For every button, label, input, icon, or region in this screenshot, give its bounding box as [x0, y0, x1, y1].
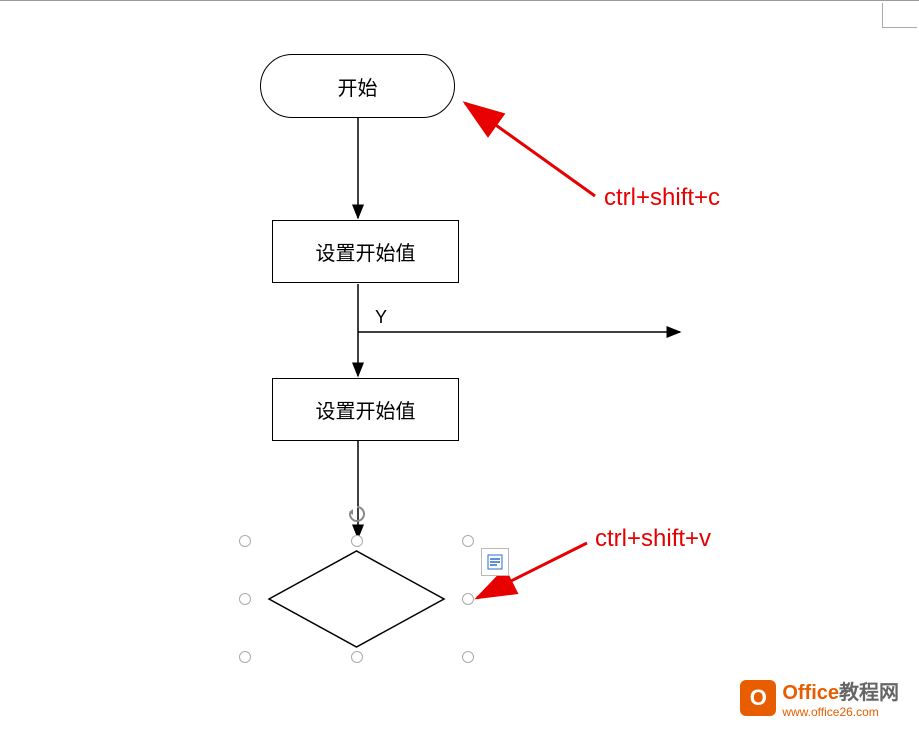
- resize-handle-bl[interactable]: [239, 651, 251, 663]
- flowchart-start-terminator: 开始: [260, 54, 455, 118]
- flowchart-process-2: 设置开始值: [272, 378, 459, 441]
- logo-title-orange: Office: [782, 682, 839, 704]
- flowchart-decision-selected[interactable]: [245, 541, 468, 657]
- resize-handle-tc[interactable]: [351, 535, 363, 547]
- rotate-handle-icon[interactable]: [347, 504, 367, 524]
- flowchart-process-1: 设置开始值: [272, 220, 459, 283]
- page-corner-decoration: [882, 3, 917, 28]
- resize-handle-br[interactable]: [462, 651, 474, 663]
- logo-title-gray: 教程网: [839, 682, 899, 704]
- resize-handle-ml[interactable]: [239, 593, 251, 605]
- resize-handle-tl[interactable]: [239, 535, 251, 547]
- process1-label: 设置开始值: [316, 237, 416, 266]
- watermark-logo: O Office教程网 www.office26.com: [740, 676, 899, 719]
- annotation-copy: ctrl+shift+c: [604, 184, 720, 212]
- resize-handle-bc[interactable]: [351, 651, 363, 663]
- flowchart-y-label: Y: [375, 307, 387, 328]
- annotation-paste: ctrl+shift+v: [595, 525, 711, 553]
- resize-handle-tr[interactable]: [462, 535, 474, 547]
- logo-url: www.office26.com: [782, 705, 899, 719]
- paste-options-icon: [485, 552, 505, 572]
- start-label: 开始: [338, 72, 378, 101]
- logo-icon: O: [740, 680, 776, 716]
- logo-title: Office教程网: [782, 676, 899, 705]
- paste-options-button[interactable]: [481, 548, 509, 576]
- process2-label: 设置开始值: [316, 395, 416, 424]
- resize-handle-mr[interactable]: [462, 593, 474, 605]
